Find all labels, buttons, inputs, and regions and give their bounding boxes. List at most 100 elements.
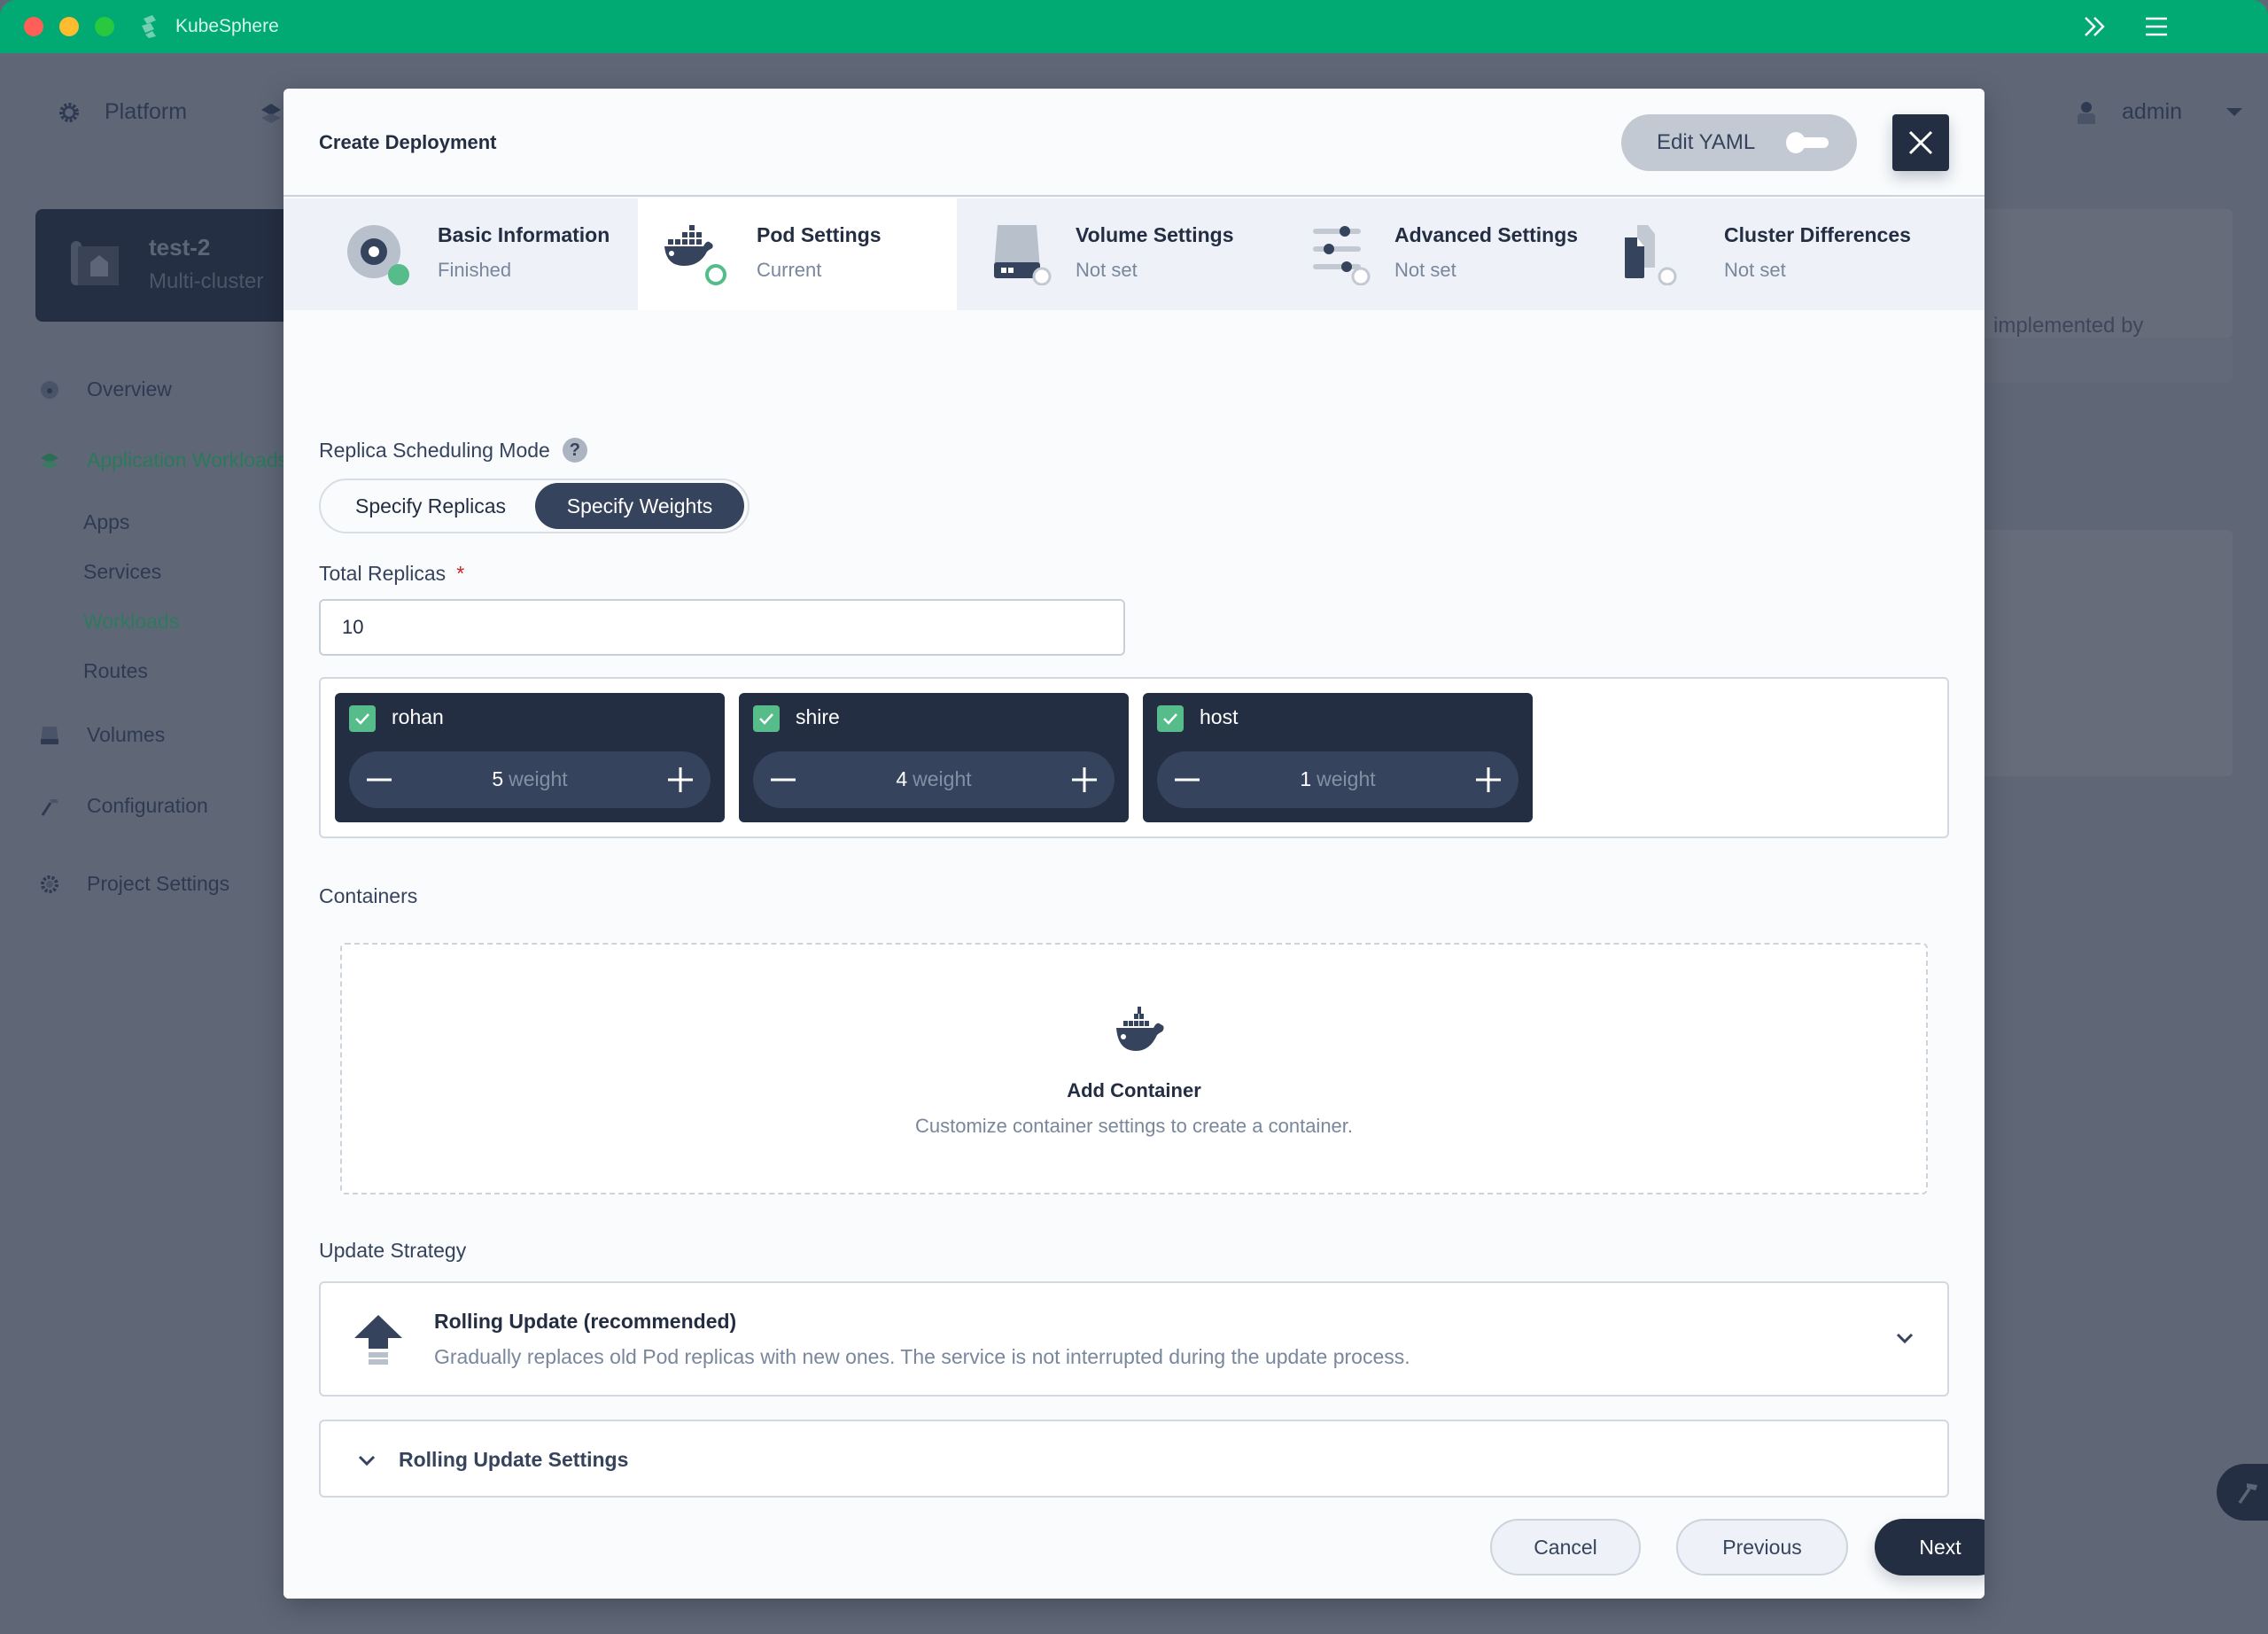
nav-label: Application Workloads [87,448,289,471]
platform-label: Platform [105,99,188,124]
chevron-down-icon [1896,1333,1914,1344]
help-icon[interactable]: ? [562,438,587,463]
toggle-switch-icon [1786,132,1830,153]
user-icon [2078,101,2095,124]
weight-number: 5 [492,767,504,790]
step-basic-information[interactable]: Basic Information Finished [284,198,610,310]
toolbox-button[interactable] [2217,1464,2268,1521]
check-icon [355,713,369,725]
check-icon [759,713,773,725]
subnav-services[interactable]: Services [83,560,161,584]
platform-menu[interactable]: Platform [57,99,187,125]
window-titlebar: KubeSphere [0,0,2268,53]
nav-volumes[interactable]: Volumes [39,723,165,747]
cluster-checkbox[interactable] [1157,705,1184,732]
step-label: Advanced Settings [1394,223,1579,246]
cluster-checkbox[interactable] [753,705,780,732]
rolling-update-settings-label: Rolling Update Settings [399,1448,629,1471]
required-mark: * [456,562,465,585]
cluster-checkbox[interactable] [349,705,376,732]
nav-label: Project Settings [87,872,230,895]
user-menu[interactable]: admin [2078,99,2243,125]
layers-icon [41,452,58,469]
user-name: admin [2122,99,2183,124]
label-text: Replica Scheduling Mode [319,438,550,462]
project-icon [71,241,119,285]
edit-yaml-toggle[interactable]: Edit YAML [1621,114,1857,171]
cluster-weights-box: rohan 5 weight shire 4 weight host 1 wei… [319,677,1949,838]
weight-unit: weight [509,767,568,790]
kubesphere-logo-icon [142,15,156,38]
previous-button[interactable]: Previous [1676,1519,1848,1576]
step-bar: Basic Information Finished Pod Settings … [284,198,1984,310]
replica-mode-selector: Specify Replicas Specify Weights [319,479,750,533]
sliders-icon [1313,226,1371,285]
close-button[interactable] [1892,114,1949,171]
cancel-button[interactable]: Cancel [1490,1519,1641,1576]
weight-value[interactable]: 5 weight [349,767,711,791]
nav-label: Configuration [87,794,208,817]
strategy-description: Gradually replaces old Pod replicas with… [434,1345,1410,1368]
window-minimize-button[interactable] [59,17,79,36]
cluster-name: rohan [392,705,444,728]
step-advanced-settings[interactable]: Advanced Settings Not set [1276,198,1595,310]
window-close-button[interactable] [24,17,43,36]
plus-icon[interactable] [1067,762,1102,798]
nav-configuration[interactable]: Configuration [39,794,208,818]
update-strategy-label: Update Strategy [319,1239,467,1262]
total-replicas-input[interactable] [319,599,1125,656]
step-cluster-differences[interactable]: Cluster Differences Not set [1595,198,1914,310]
subnav-routes[interactable]: Routes [83,659,148,683]
add-container-title: Add Container [1067,1079,1201,1101]
nav-overview[interactable]: Overview [39,377,172,401]
weight-value[interactable]: 4 weight [753,767,1115,791]
plus-icon[interactable] [663,762,698,798]
step-status: Finished [438,259,512,281]
info-disc-icon [347,225,409,285]
next-button[interactable]: Next [1875,1519,1984,1576]
volume-disk-icon [994,225,1052,285]
nav-label: Volumes [87,723,166,746]
background-panel [1976,338,2233,383]
close-icon [1908,130,1933,155]
update-strategy-select[interactable]: Rolling Update (recommended) Gradually r… [319,1281,1949,1397]
strategy-title: Rolling Update (recommended) [434,1310,737,1333]
add-container-button[interactable]: Add Container Customize container settin… [340,943,1928,1194]
docker-icon [664,225,726,285]
form-content[interactable]: Replica Scheduling Mode ? Specify Replic… [319,310,1949,1498]
hamburger-menu-icon[interactable] [2144,14,2169,39]
weight-number: 4 [896,767,908,790]
documents-icon [1625,225,1677,285]
modal-title: Create Deployment [319,131,497,153]
cluster-weight-card: host 1 weight [1143,693,1533,822]
modal-header: Create Deployment Edit YAML [284,89,1984,197]
subnav-apps[interactable]: Apps [83,510,129,534]
cluster-name: shire [796,705,840,728]
chevron-down-icon [358,1455,376,1467]
step-label: Basic Information [438,223,610,246]
project-name: test-2 [149,234,211,261]
nav-application-workloads[interactable]: Application Workloads [39,448,288,472]
caret-down-icon [2226,108,2243,116]
step-pod-settings[interactable]: Pod Settings Current [638,198,957,310]
rolling-update-icon [354,1315,402,1365]
layers-icon [261,104,281,123]
subnav-workloads[interactable]: Workloads [83,610,179,634]
rolling-update-settings-toggle[interactable]: Rolling Update Settings [319,1420,1949,1498]
modal-footer: Cancel Previous Next [284,1498,1984,1599]
hammer-icon [2238,1483,2257,1504]
specify-replicas-option[interactable]: Specify Replicas [324,483,537,529]
nav-project-settings[interactable]: Project Settings [39,872,229,896]
weight-number: 1 [1300,767,1312,790]
weight-value[interactable]: 1 weight [1157,767,1518,791]
total-replicas-label: Total Replicas * [319,562,464,586]
project-card[interactable]: test-2 Multi-cluster [35,209,301,322]
weight-stepper: 1 weight [1157,751,1518,808]
specify-weights-option[interactable]: Specify Weights [535,483,744,529]
create-deployment-modal: Create Deployment Edit YAML Basic Inform… [284,89,1984,1599]
double-chevron-right-icon[interactable] [2080,12,2109,41]
window-maximize-button[interactable] [95,17,114,36]
plus-icon[interactable] [1471,762,1506,798]
step-volume-settings[interactable]: Volume Settings Not set [957,198,1276,310]
volume-icon [41,726,58,744]
